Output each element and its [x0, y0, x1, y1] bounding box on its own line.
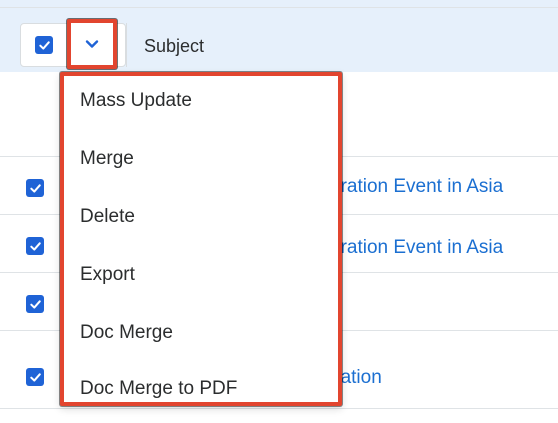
select-all-checkbox[interactable] — [35, 36, 53, 54]
menu-item-doc-merge-to-pdf[interactable]: Doc Merge to PDF — [80, 378, 237, 400]
menu-item-doc-merge[interactable]: Doc Merge — [80, 322, 173, 344]
menu-item-delete[interactable]: Delete — [80, 206, 135, 228]
row-subject-link[interactable]: eration Event in Asia — [330, 237, 503, 259]
row-subject-link[interactable]: eration Event in Asia — [330, 176, 503, 198]
header-divider — [126, 23, 127, 67]
checkmark-icon — [29, 183, 41, 193]
checkmark-icon — [29, 299, 41, 309]
mass-actions-menu: Mass Update Merge Delete Export Doc Merg… — [60, 72, 342, 406]
column-header-subject[interactable]: Subject — [144, 36, 204, 57]
menu-item-mass-update[interactable]: Mass Update — [80, 90, 192, 112]
chevron-down-icon — [85, 40, 99, 48]
menu-item-export[interactable]: Export — [80, 264, 135, 286]
checkmark-icon — [29, 372, 41, 382]
checkmark-icon — [29, 241, 41, 251]
menu-item-merge[interactable]: Merge — [80, 148, 134, 170]
checkmark-icon — [38, 40, 50, 50]
table-top-border — [0, 7, 558, 8]
row-divider — [0, 408, 558, 409]
row-checkbox[interactable] — [26, 237, 44, 255]
row-checkbox[interactable] — [26, 179, 44, 197]
row-checkbox[interactable] — [26, 295, 44, 313]
mass-actions-dropdown-button[interactable] — [67, 19, 117, 69]
row-checkbox[interactable] — [26, 368, 44, 386]
